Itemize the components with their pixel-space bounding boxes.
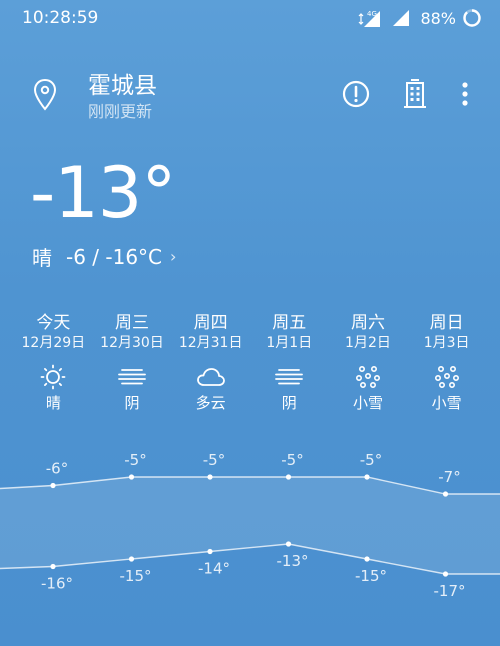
overcast-icon [275,369,304,385]
chevron-right-icon: › [170,247,177,266]
day-condition: 多云 [195,394,226,412]
low-temp-point [285,541,292,547]
high-temp-label: -5° [124,451,146,469]
day-name: 周五 [272,313,307,333]
status-bar: 10:28:59 4G 88% [0,0,500,36]
day-name: 今天 [36,313,71,333]
low-temp-label: -13° [277,552,309,570]
battery-percent: 88% [420,8,456,28]
low-temp-label: -17° [434,582,466,600]
day-name: 周三 [114,313,149,333]
high-temp-point [442,491,449,497]
signal-icon [393,10,410,26]
high-temp-label: -7° [438,468,460,486]
day-condition: 晴 [45,394,61,412]
status-icons: 4G 88% [358,7,482,29]
alert-circle-icon[interactable] [341,78,371,110]
forecast-day[interactable]: 周四 12月31日 多云 [171,308,250,413]
high-temp-label: -5° [281,451,303,469]
day-date: 12月31日 [178,335,243,351]
day-date: 12月30日 [100,335,164,351]
temp-band [0,477,500,574]
day-date: 12月29日 [21,335,86,351]
day-name: 周六 [350,313,385,333]
forecast-day[interactable]: 今天 12月29日 晴 [14,308,93,413]
high-temp-label: -5° [360,451,382,469]
low-temp-label: -16° [41,575,73,593]
day-date: 1月3日 [423,335,470,351]
forecast-day[interactable]: 周五 1月1日 阴 [250,308,329,413]
low-temp-label: -15° [355,567,387,585]
day-date: 1月1日 [266,335,313,351]
location-pin-icon[interactable] [32,78,58,112]
day-name: 周日 [429,313,464,333]
high-temp-label: -5° [203,451,225,469]
low-temp-point [50,563,56,570]
forecast-day[interactable]: 周日 1月3日 小雪 [407,308,486,413]
low-temp-label: -15° [120,567,152,585]
temperature-trend-chart: -6° -16° -5° -15° -5° -14° -5° -13° -5° -15° -7° -1… [0,451,500,600]
high-temp-point [207,474,213,480]
low-temp-label: -14° [198,560,230,578]
high-temp-point [285,474,292,480]
day-condition: 阴 [281,394,297,412]
day-date: 1月2日 [345,335,391,351]
high-temp-point [50,482,56,489]
forecast-day[interactable]: 周六 1月2日 小雪 [329,308,408,413]
current-condition: 晴 [32,246,52,270]
more-vert-icon[interactable] [455,78,475,110]
city-name[interactable]: 霍城县 [88,66,157,100]
forecast-day[interactable]: 周三 12月30日 阴 [93,308,172,413]
status-time: 10:28:59 [22,8,99,28]
current-temperature: -13° [30,152,176,234]
network-4g-icon: 4G [359,10,381,27]
sun-icon [40,364,66,390]
day-condition: 小雪 [431,394,462,412]
temp-range: -6 / -16°C [66,244,163,269]
forecast-days: 今天 12月29日 晴 周三 12月30日 阴 周四 12月31日 多云 周五 … [14,308,486,413]
low-temp-point [128,556,135,562]
low-temp-point [442,571,449,577]
location-header: 霍城县 刚刚更新 [0,60,500,130]
update-status: 刚刚更新 [88,102,153,121]
snow-icon [434,365,459,388]
high-temp-point [128,474,135,480]
snow-icon [355,365,380,388]
overcast-icon [118,369,146,385]
high-temp-label: -6° [46,460,68,478]
day-name: 周四 [193,313,228,333]
low-temp-point [207,548,213,555]
cloud-icon [196,368,225,386]
day-condition: 阴 [124,394,140,412]
day-condition: 小雪 [352,394,383,412]
low-temp-point [364,556,370,562]
today-summary[interactable]: 晴 -6 / -16°C › [32,242,176,271]
high-temp-point [364,474,370,480]
city-building-icon[interactable] [400,78,430,110]
battery-ring-icon [463,9,481,27]
